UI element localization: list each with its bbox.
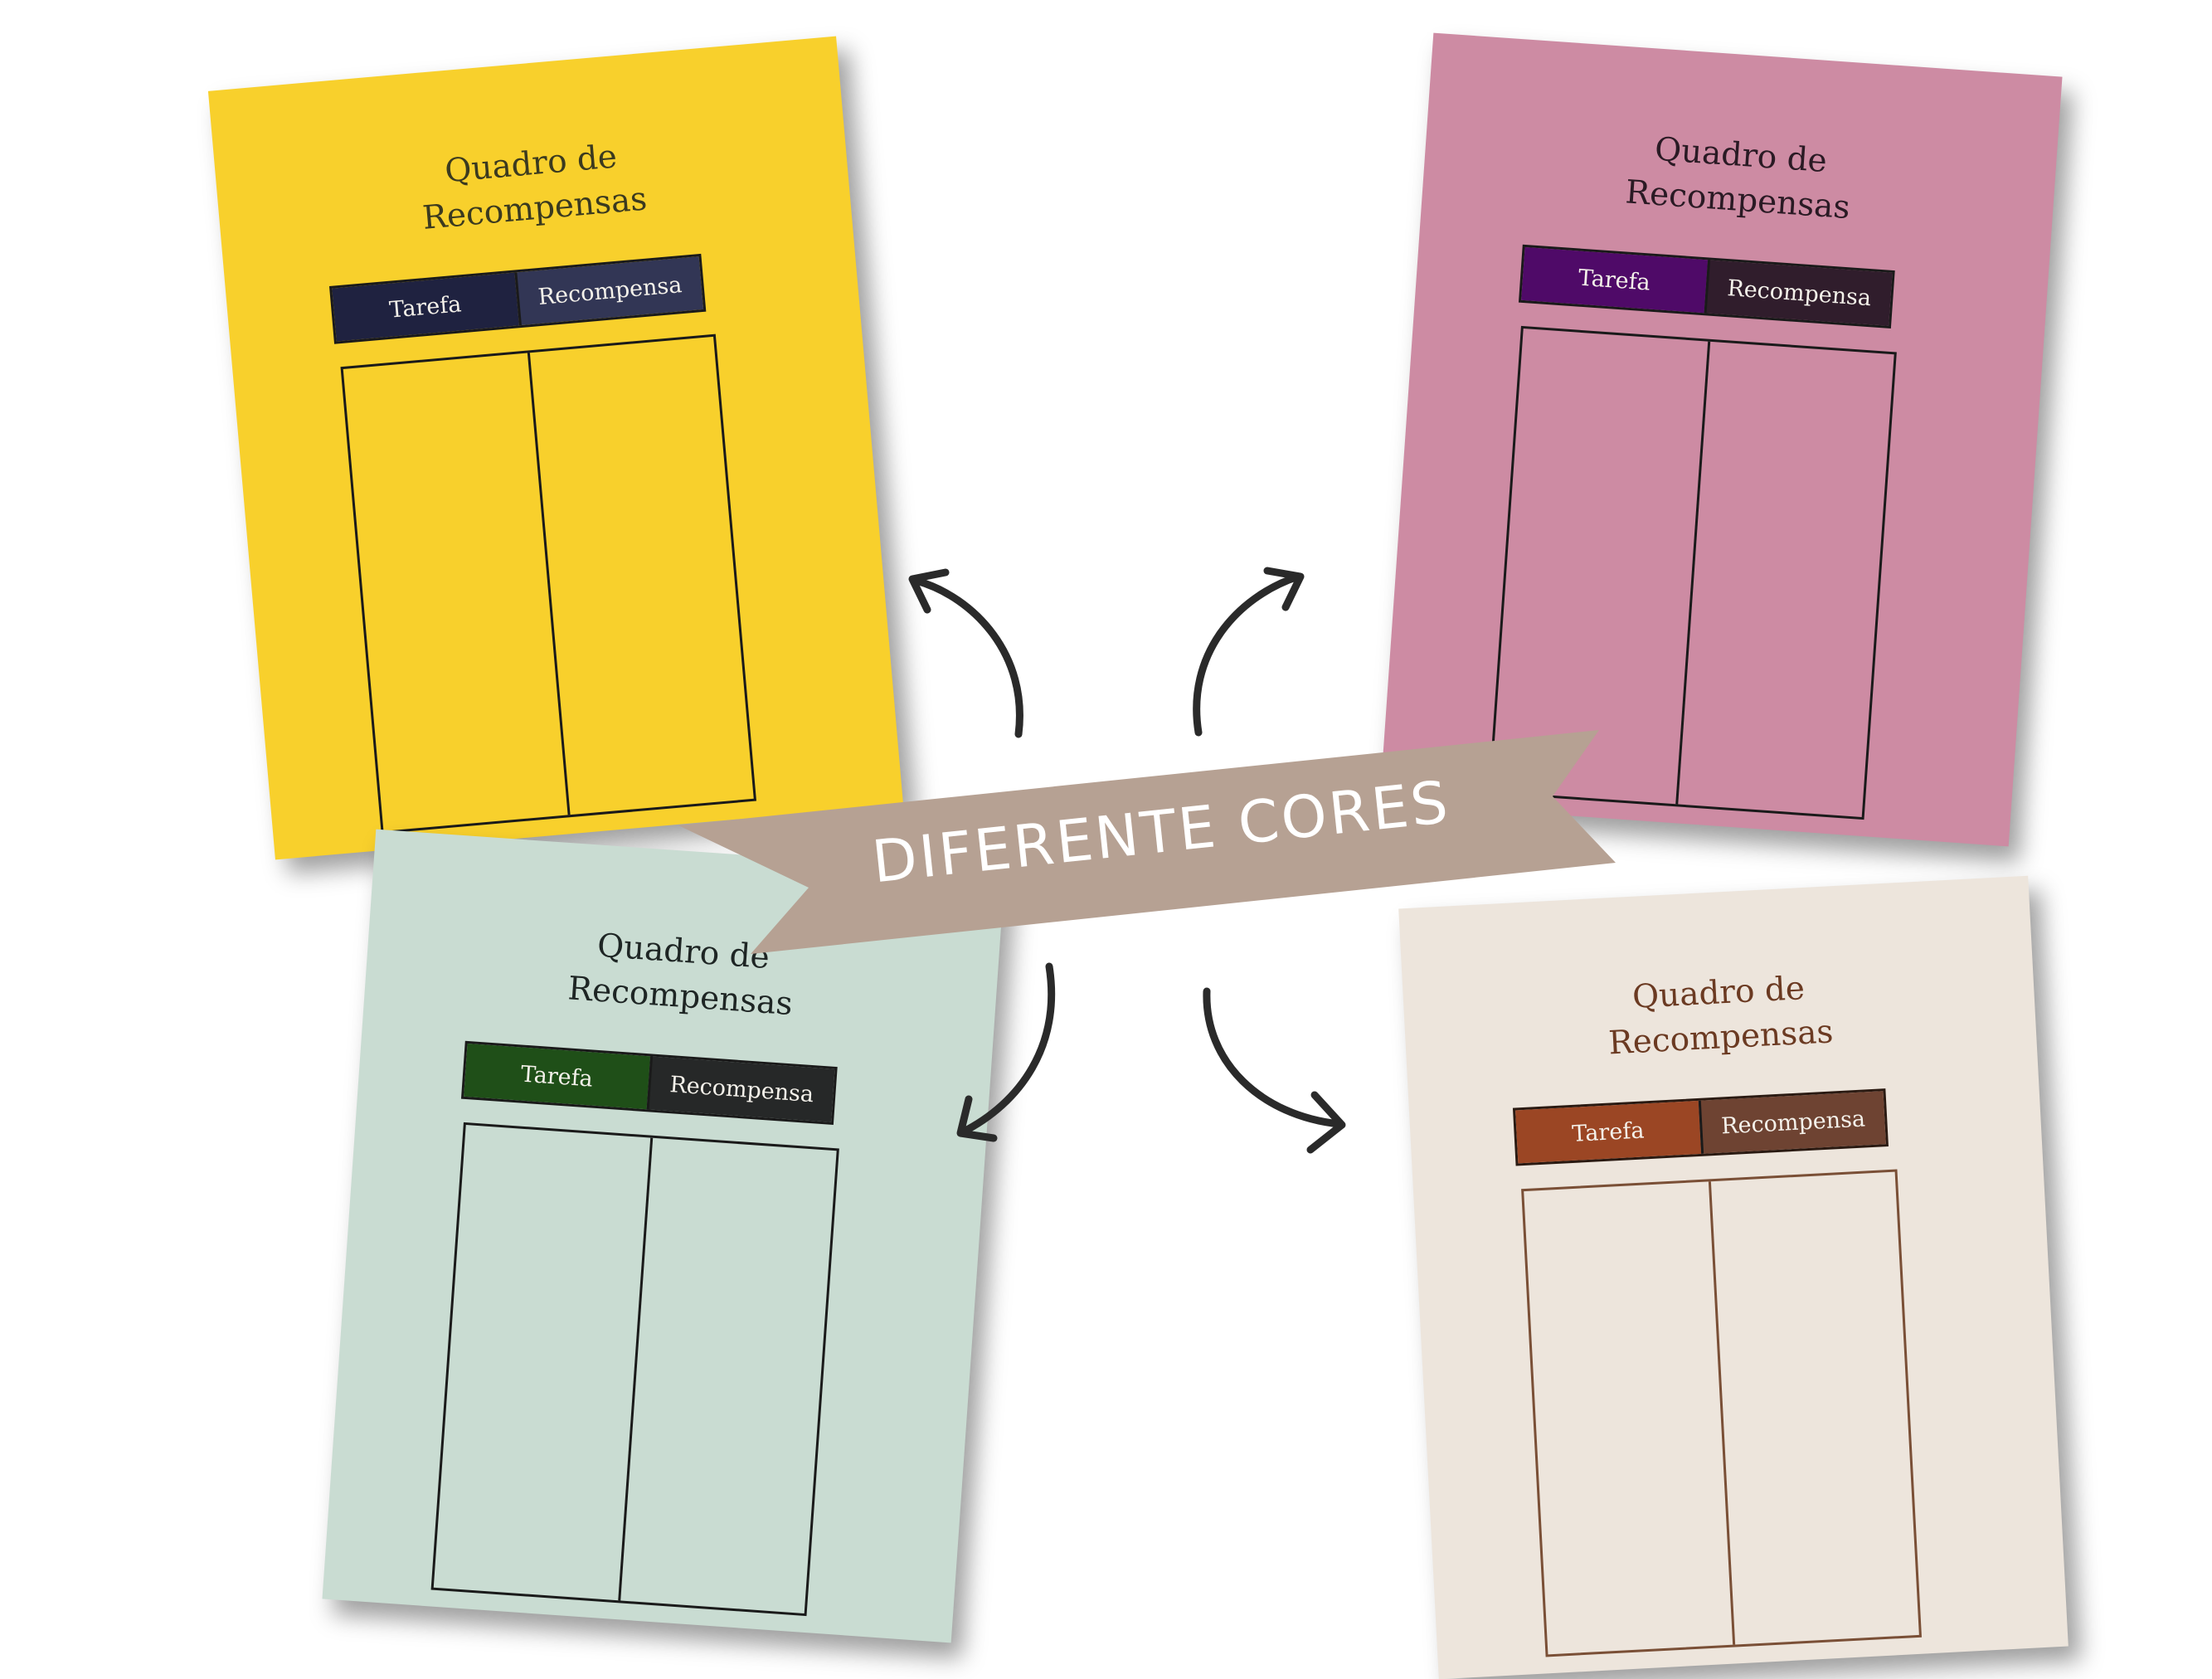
arrow-down-right-icon xyxy=(1203,987,1346,1154)
arrow-down-left-icon xyxy=(956,962,1056,1142)
arrow-up-right-icon xyxy=(1193,567,1305,737)
arrow-up-left-icon xyxy=(908,568,1023,738)
